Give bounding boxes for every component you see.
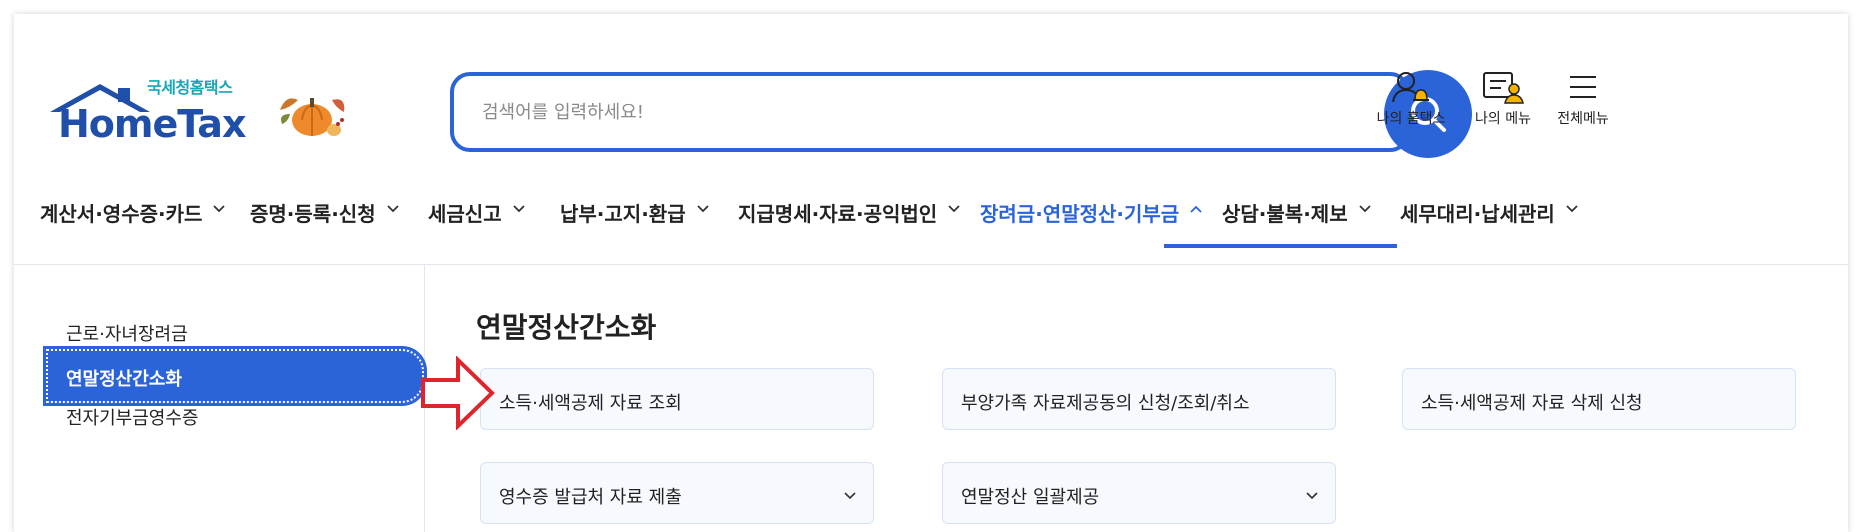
page-title: 연말정산간소화 (476, 311, 657, 344)
chevron-down-icon (696, 205, 709, 213)
search-input[interactable] (480, 94, 1324, 130)
lnb-item-donation-receipt[interactable]: 전자기부금영수증 (66, 404, 198, 430)
highlight-arrow-icon (421, 356, 495, 430)
search-bar (450, 70, 1472, 158)
lnb-item-year-end-settlement[interactable]: 연말정산간소화 (43, 346, 427, 406)
gnb-label: 세금신고 (428, 202, 502, 226)
gnb-label: 납부·고지·환급 (560, 202, 686, 226)
gnb-item-incentive-year-end[interactable]: 장려금·연말정산·기부금 (980, 198, 1203, 258)
user-bell-icon (1392, 72, 1429, 103)
chevron-down-icon (844, 492, 856, 500)
chevron-down-icon (386, 205, 399, 213)
chevron-down-icon (1306, 492, 1318, 500)
chevron-down-icon (512, 205, 525, 213)
chevron-down-icon (1566, 205, 1578, 213)
card-label: 부양가족 자료제공동의 신청/조회/취소 (961, 393, 1250, 414)
gnb-label: 상담·불복·제보 (1222, 202, 1348, 226)
active-tab-underline (1164, 244, 1397, 248)
hometax-logo[interactable]: 국세청홈택스 HomeTax (48, 72, 348, 152)
gnb-item-tax-return[interactable]: 세금신고 (428, 198, 526, 258)
logo-korean-text: 국세청홈택스 (147, 78, 233, 97)
chevron-down-icon (1358, 205, 1371, 213)
gnb-label: 증명·등록·신청 (250, 202, 376, 226)
pumpkin-icon (280, 98, 345, 136)
hamburger-icon (1570, 76, 1596, 98)
card-label: 연말정산 일괄제공 (961, 487, 1100, 508)
card-dependent-consent[interactable]: 부양가족 자료제공동의 신청/조회/취소 (942, 368, 1336, 430)
lnb-item-earned-income-credit[interactable]: 근로·자녀장려금 (66, 320, 188, 346)
card-receipt-issuer-submit[interactable]: 영수증 발급처 자료 제출 (480, 462, 874, 524)
logo-english-text: HomeTax (58, 102, 246, 146)
card-label: 소득·세액공제 자료 삭제 신청 (1421, 393, 1643, 414)
all-menu-button[interactable]: 전체메뉴 (1528, 70, 1638, 128)
card-deduction-data-lookup[interactable]: 소득·세액공제 자료 조회 (480, 368, 874, 430)
gnb-item-consult[interactable]: 상담·불복·제보 (1222, 198, 1372, 258)
card-deduction-data-delete[interactable]: 소득·세액공제 자료 삭제 신청 (1402, 368, 1796, 430)
gnb-item-invoice[interactable]: 계산서·영수증·카드 (40, 198, 226, 258)
main-navigation: 계산서·영수증·카드 증명·등록·신청 세금신고 납부·고지·환급 지급명세·자… (14, 184, 1848, 265)
user-menu-icon (1483, 72, 1524, 104)
chevron-down-icon (948, 205, 960, 213)
util-label: 전체메뉴 (1557, 111, 1609, 127)
card-label: 소득·세액공제 자료 조회 (499, 393, 682, 414)
chevron-up-icon (1190, 205, 1202, 213)
hometax-window: 국세청홈택스 HomeTax 검색어를 입력하세요! 나의 홈택스 나의 메뉴 … (14, 14, 1848, 532)
card-year-end-bulk-provide[interactable]: 연말정산 일괄제공 (942, 462, 1336, 524)
gnb-label: 계산서·영수증·카드 (40, 202, 203, 226)
gnb-label: 장려금·연말정산·기부금 (980, 202, 1180, 226)
gnb-label: 지급명세·자료·공익법인 (738, 202, 938, 226)
side-navigation: 근로·자녀장려금 연말정산간소화 전자기부금영수증 (14, 265, 427, 532)
gnb-item-payment[interactable]: 납부·고지·환급 (560, 198, 710, 258)
card-label: 영수증 발급처 자료 제출 (499, 487, 682, 508)
gnb-item-certificate[interactable]: 증명·등록·신청 (250, 198, 400, 258)
gnb-item-tax-agent[interactable]: 세무대리·납세관리 (1400, 198, 1579, 258)
gnb-item-payment-statement[interactable]: 지급명세·자료·공익법인 (738, 198, 961, 258)
lnb-label: 연말정산간소화 (66, 369, 182, 390)
chevron-down-icon (213, 205, 226, 213)
gnb-label: 세무대리·납세관리 (1400, 202, 1555, 226)
